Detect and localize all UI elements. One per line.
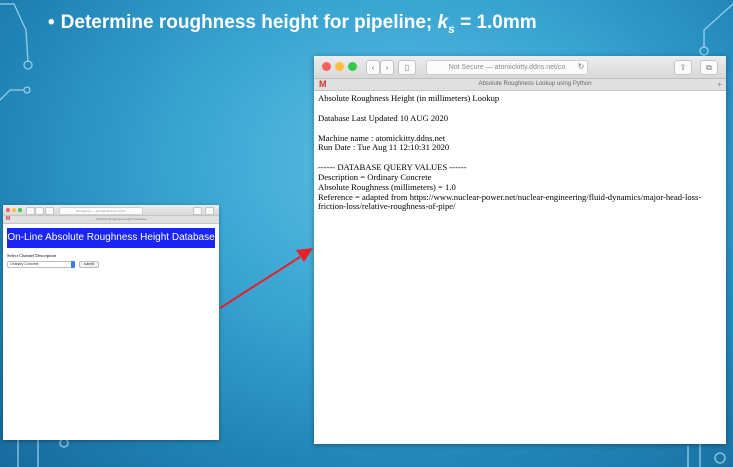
circuit-node <box>714 452 726 464</box>
db-updated-text: Database Last Updated 10 AUG 2020 <box>318 112 449 123</box>
sidebar-icon[interactable]: ▯ <box>398 60 416 75</box>
circuit-line <box>703 3 733 48</box>
maximize-window-icon[interactable] <box>18 208 22 212</box>
ks-value: = 1.0mm <box>454 12 537 33</box>
bullet-icon: • <box>48 12 55 33</box>
close-window-icon[interactable] <box>6 208 10 212</box>
channel-description-select[interactable]: Ordinary Concrete <box>7 261 75 268</box>
circuit-line <box>0 89 24 101</box>
circuit-node <box>59 438 69 448</box>
address-bar[interactable]: Not Secure — atomickitty.ddns.net/co <box>426 60 588 75</box>
minimize-window-icon[interactable] <box>12 208 16 212</box>
tab-title[interactable]: Absolute Roughness Height Database <box>43 216 199 223</box>
browser-window-results: ‹ › ▯ Not Secure — atomickitty.ddns.net/… <box>314 56 726 444</box>
share-icon[interactable] <box>193 207 202 215</box>
select-label: Select Channel Description <box>7 253 57 258</box>
circuit-node <box>699 46 709 56</box>
forward-button[interactable] <box>35 207 44 215</box>
new-tab-icon[interactable]: + <box>717 79 722 90</box>
sidebar-icon[interactable] <box>45 207 54 215</box>
browser-tab-bar-small: M Absolute Roughness Height Database <box>3 216 219 224</box>
database-banner: On-Line Absolute Roughness Height Databa… <box>7 228 215 248</box>
reference-text: Reference = adapted from https://www.nuc… <box>318 191 702 212</box>
maximize-window-icon[interactable] <box>348 62 357 71</box>
page-content: Absolute Roughness Height (in millimeter… <box>314 91 726 215</box>
page-heading: Absolute Roughness Height (in millimeter… <box>318 93 500 103</box>
red-arrow-head <box>296 248 313 262</box>
query-form-row: Ordinary Concrete submit <box>7 261 215 268</box>
circuit-node <box>23 86 31 94</box>
back-button[interactable] <box>26 207 35 215</box>
gmail-tab-icon[interactable]: M <box>6 216 10 223</box>
browser-tab-bar: M Absolute Roughness Lookup using Python… <box>314 79 726 91</box>
ks-symbol: ks <box>437 12 455 36</box>
red-arrow-line <box>219 256 301 309</box>
browser-toolbar: ‹ › ▯ Not Secure — atomickitty.ddns.net/… <box>314 56 726 79</box>
close-window-icon[interactable] <box>322 62 331 71</box>
address-bar[interactable]: Not Secure — atomickitty.ddns.net/co <box>59 207 143 215</box>
gmail-tab-icon[interactable]: M <box>319 79 327 90</box>
slide-title-text: Determine roughness height for pipeline; <box>60 12 438 33</box>
tabs-overview-icon[interactable] <box>205 207 214 215</box>
circuit-node <box>23 60 33 70</box>
minimize-window-icon[interactable] <box>335 62 344 71</box>
forward-button[interactable]: › <box>380 60 394 75</box>
reload-icon[interactable]: ↻ <box>576 60 586 73</box>
tab-title[interactable]: Absolute Roughness Lookup using Python <box>374 79 696 90</box>
tabs-overview-icon[interactable]: ⧉ <box>700 60 718 75</box>
share-icon[interactable]: ⇧ <box>674 60 692 75</box>
browser-window-query-form: Not Secure — atomickitty.ddns.net/co M A… <box>3 205 219 440</box>
submit-button[interactable]: submit <box>79 261 99 268</box>
select-arrow-icon[interactable] <box>71 261 75 268</box>
browser-toolbar-small: Not Secure — atomickitty.ddns.net/co <box>3 205 219 216</box>
run-date-text: Run Date : Tue Aug 11 12:10:31 2020 <box>318 142 450 153</box>
circuit-line <box>0 3 29 63</box>
back-button[interactable]: ‹ <box>366 60 380 75</box>
slide-title: • Determine roughness height for pipeline… <box>48 6 688 40</box>
